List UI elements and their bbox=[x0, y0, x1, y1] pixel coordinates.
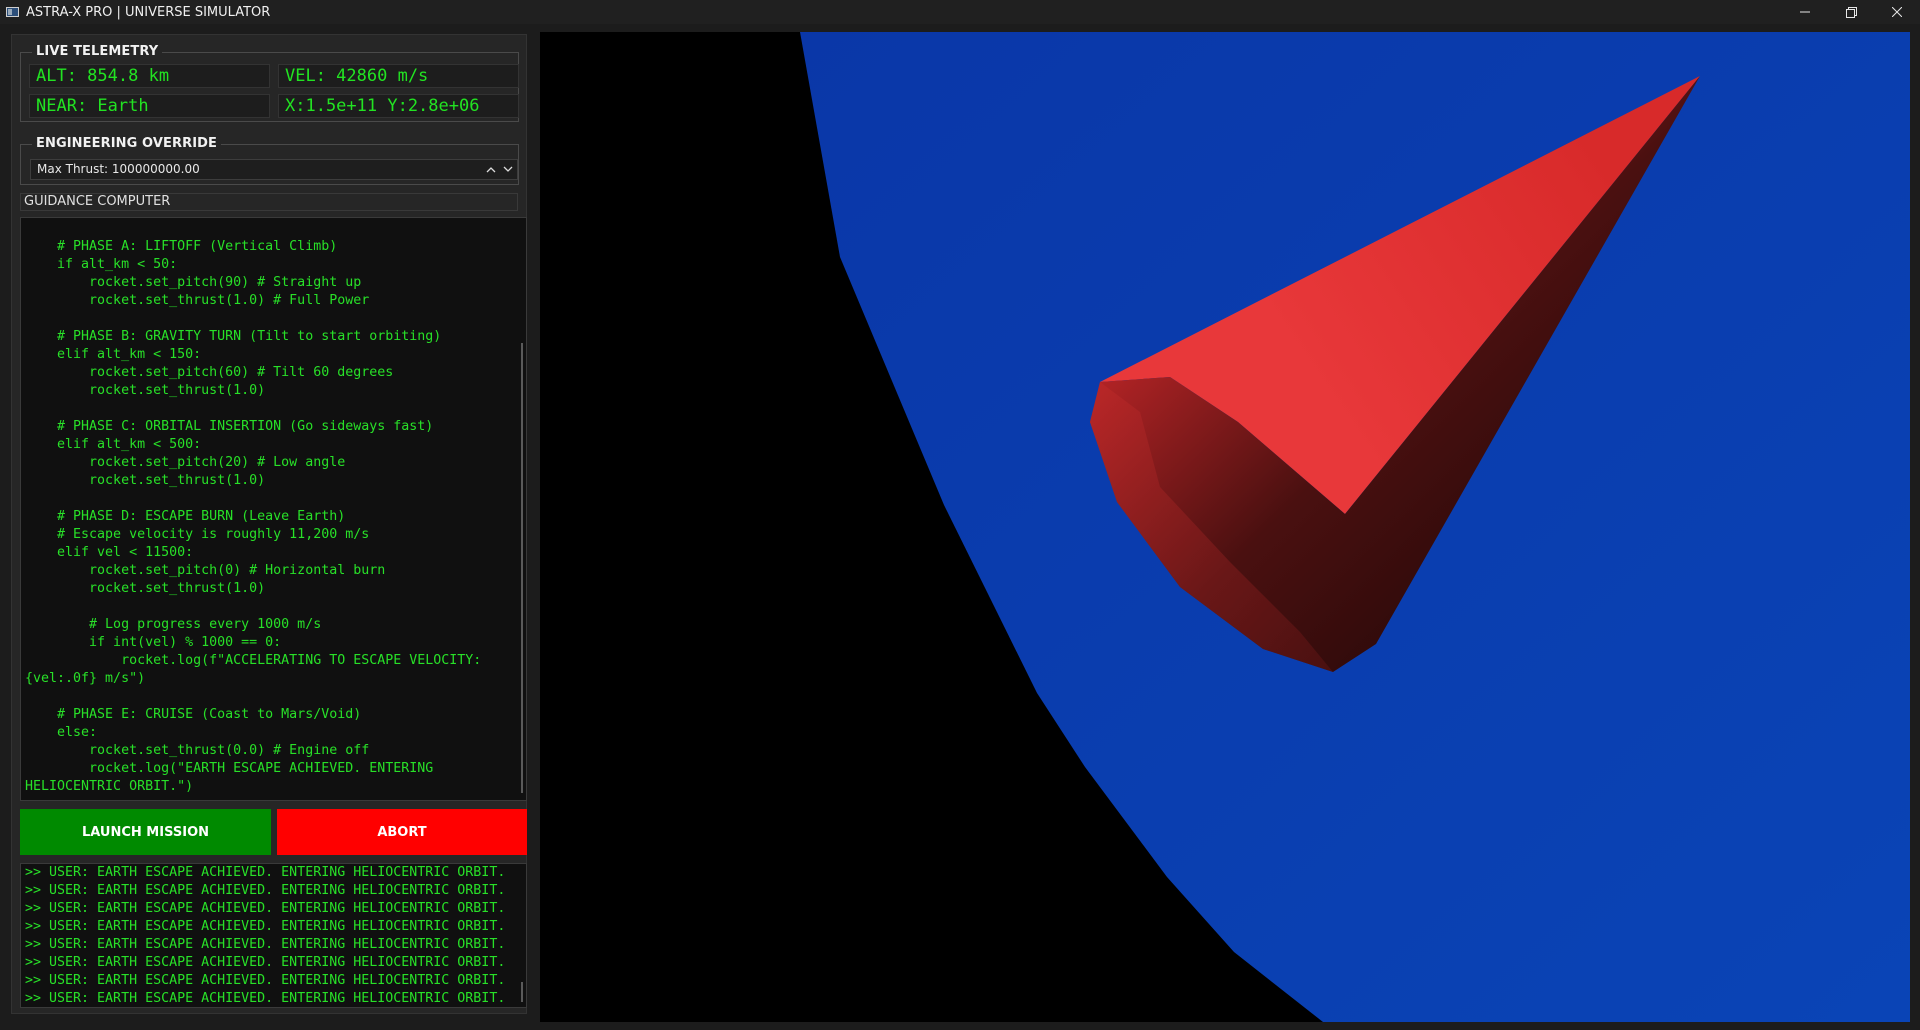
minimize-button[interactable] bbox=[1782, 0, 1828, 24]
engineering-title: ENGINEERING OVERRIDE bbox=[32, 136, 222, 151]
nearest-body-readout: NEAR: Earth bbox=[29, 94, 270, 118]
window-title: ASTRA-X PRO | UNIVERSE SIMULATOR bbox=[26, 4, 271, 20]
log-line: >> USER: EARTH ESCAPE ACHIEVED. ENTERING… bbox=[25, 865, 506, 880]
log-line: >> USER: EARTH ESCAPE ACHIEVED. ENTERING… bbox=[25, 955, 506, 970]
telemetry-group: LIVE TELEMETRY ALT: 854.8 km VEL: 42860 … bbox=[20, 44, 519, 122]
chevron-up-icon[interactable] bbox=[486, 166, 496, 173]
guidance-code[interactable]: # PHASE A: LIFTOFF (Vertical Climb) if a… bbox=[21, 218, 526, 796]
minimize-icon bbox=[1800, 11, 1810, 13]
log-line: >> USER: EARTH ESCAPE ACHIEVED. ENTERING… bbox=[25, 991, 506, 1006]
chevron-down-icon[interactable] bbox=[503, 166, 513, 173]
log-line: >> USER: EARTH ESCAPE ACHIEVED. ENTERING… bbox=[25, 883, 506, 898]
engineering-group: ENGINEERING OVERRIDE Max Thrust: 1000000… bbox=[20, 136, 519, 185]
close-icon bbox=[1892, 7, 1902, 17]
log-line: >> USER: EARTH ESCAPE ACHIEVED. ENTERING… bbox=[25, 937, 506, 952]
mission-log[interactable]: >> USER: EARTH ESCAPE ACHIEVED. ENTERING… bbox=[20, 863, 527, 1008]
log-line: >> USER: EARTH ESCAPE ACHIEVED. ENTERING… bbox=[25, 901, 506, 916]
code-scrollbar[interactable] bbox=[521, 343, 523, 793]
window-controls bbox=[1782, 0, 1920, 24]
control-panel: LIVE TELEMETRY ALT: 854.8 km VEL: 42860 … bbox=[11, 34, 527, 1014]
telemetry-title: LIVE TELEMETRY bbox=[32, 44, 163, 59]
log-line: >> USER: EARTH ESCAPE ACHIEVED. ENTERING… bbox=[25, 919, 506, 934]
abort-button[interactable]: ABORT bbox=[277, 809, 527, 855]
max-thrust-spinbox[interactable]: Max Thrust: 100000000.00 bbox=[30, 159, 518, 180]
max-thrust-value: Max Thrust: 100000000.00 bbox=[37, 162, 200, 176]
title-bar: ASTRA-X PRO | UNIVERSE SIMULATOR bbox=[0, 0, 1920, 24]
restore-icon bbox=[1845, 6, 1857, 18]
log-line: >> USER: EARTH ESCAPE ACHIEVED. ENTERING… bbox=[25, 973, 506, 988]
close-button[interactable] bbox=[1874, 0, 1920, 24]
velocity-readout: VEL: 42860 m/s bbox=[278, 64, 519, 88]
altitude-readout: ALT: 854.8 km bbox=[29, 64, 270, 88]
guidance-label: GUIDANCE COMPUTER bbox=[20, 193, 518, 211]
position-readout: X:1.5e+11 Y:2.8e+06 bbox=[278, 94, 519, 118]
log-scrollbar[interactable] bbox=[521, 982, 523, 1002]
simulation-viewport[interactable] bbox=[540, 32, 1910, 1022]
log-lines: >> USER: EARTH ESCAPE ACHIEVED. ENTERING… bbox=[21, 864, 526, 1007]
guidance-code-editor[interactable]: # PHASE A: LIFTOFF (Vertical Climb) if a… bbox=[20, 217, 527, 801]
launch-mission-button[interactable]: LAUNCH MISSION bbox=[20, 809, 271, 855]
spin-buttons bbox=[486, 160, 513, 179]
scene-canvas bbox=[800, 32, 1910, 1022]
app-icon bbox=[6, 7, 19, 17]
restore-button[interactable] bbox=[1828, 0, 1874, 24]
